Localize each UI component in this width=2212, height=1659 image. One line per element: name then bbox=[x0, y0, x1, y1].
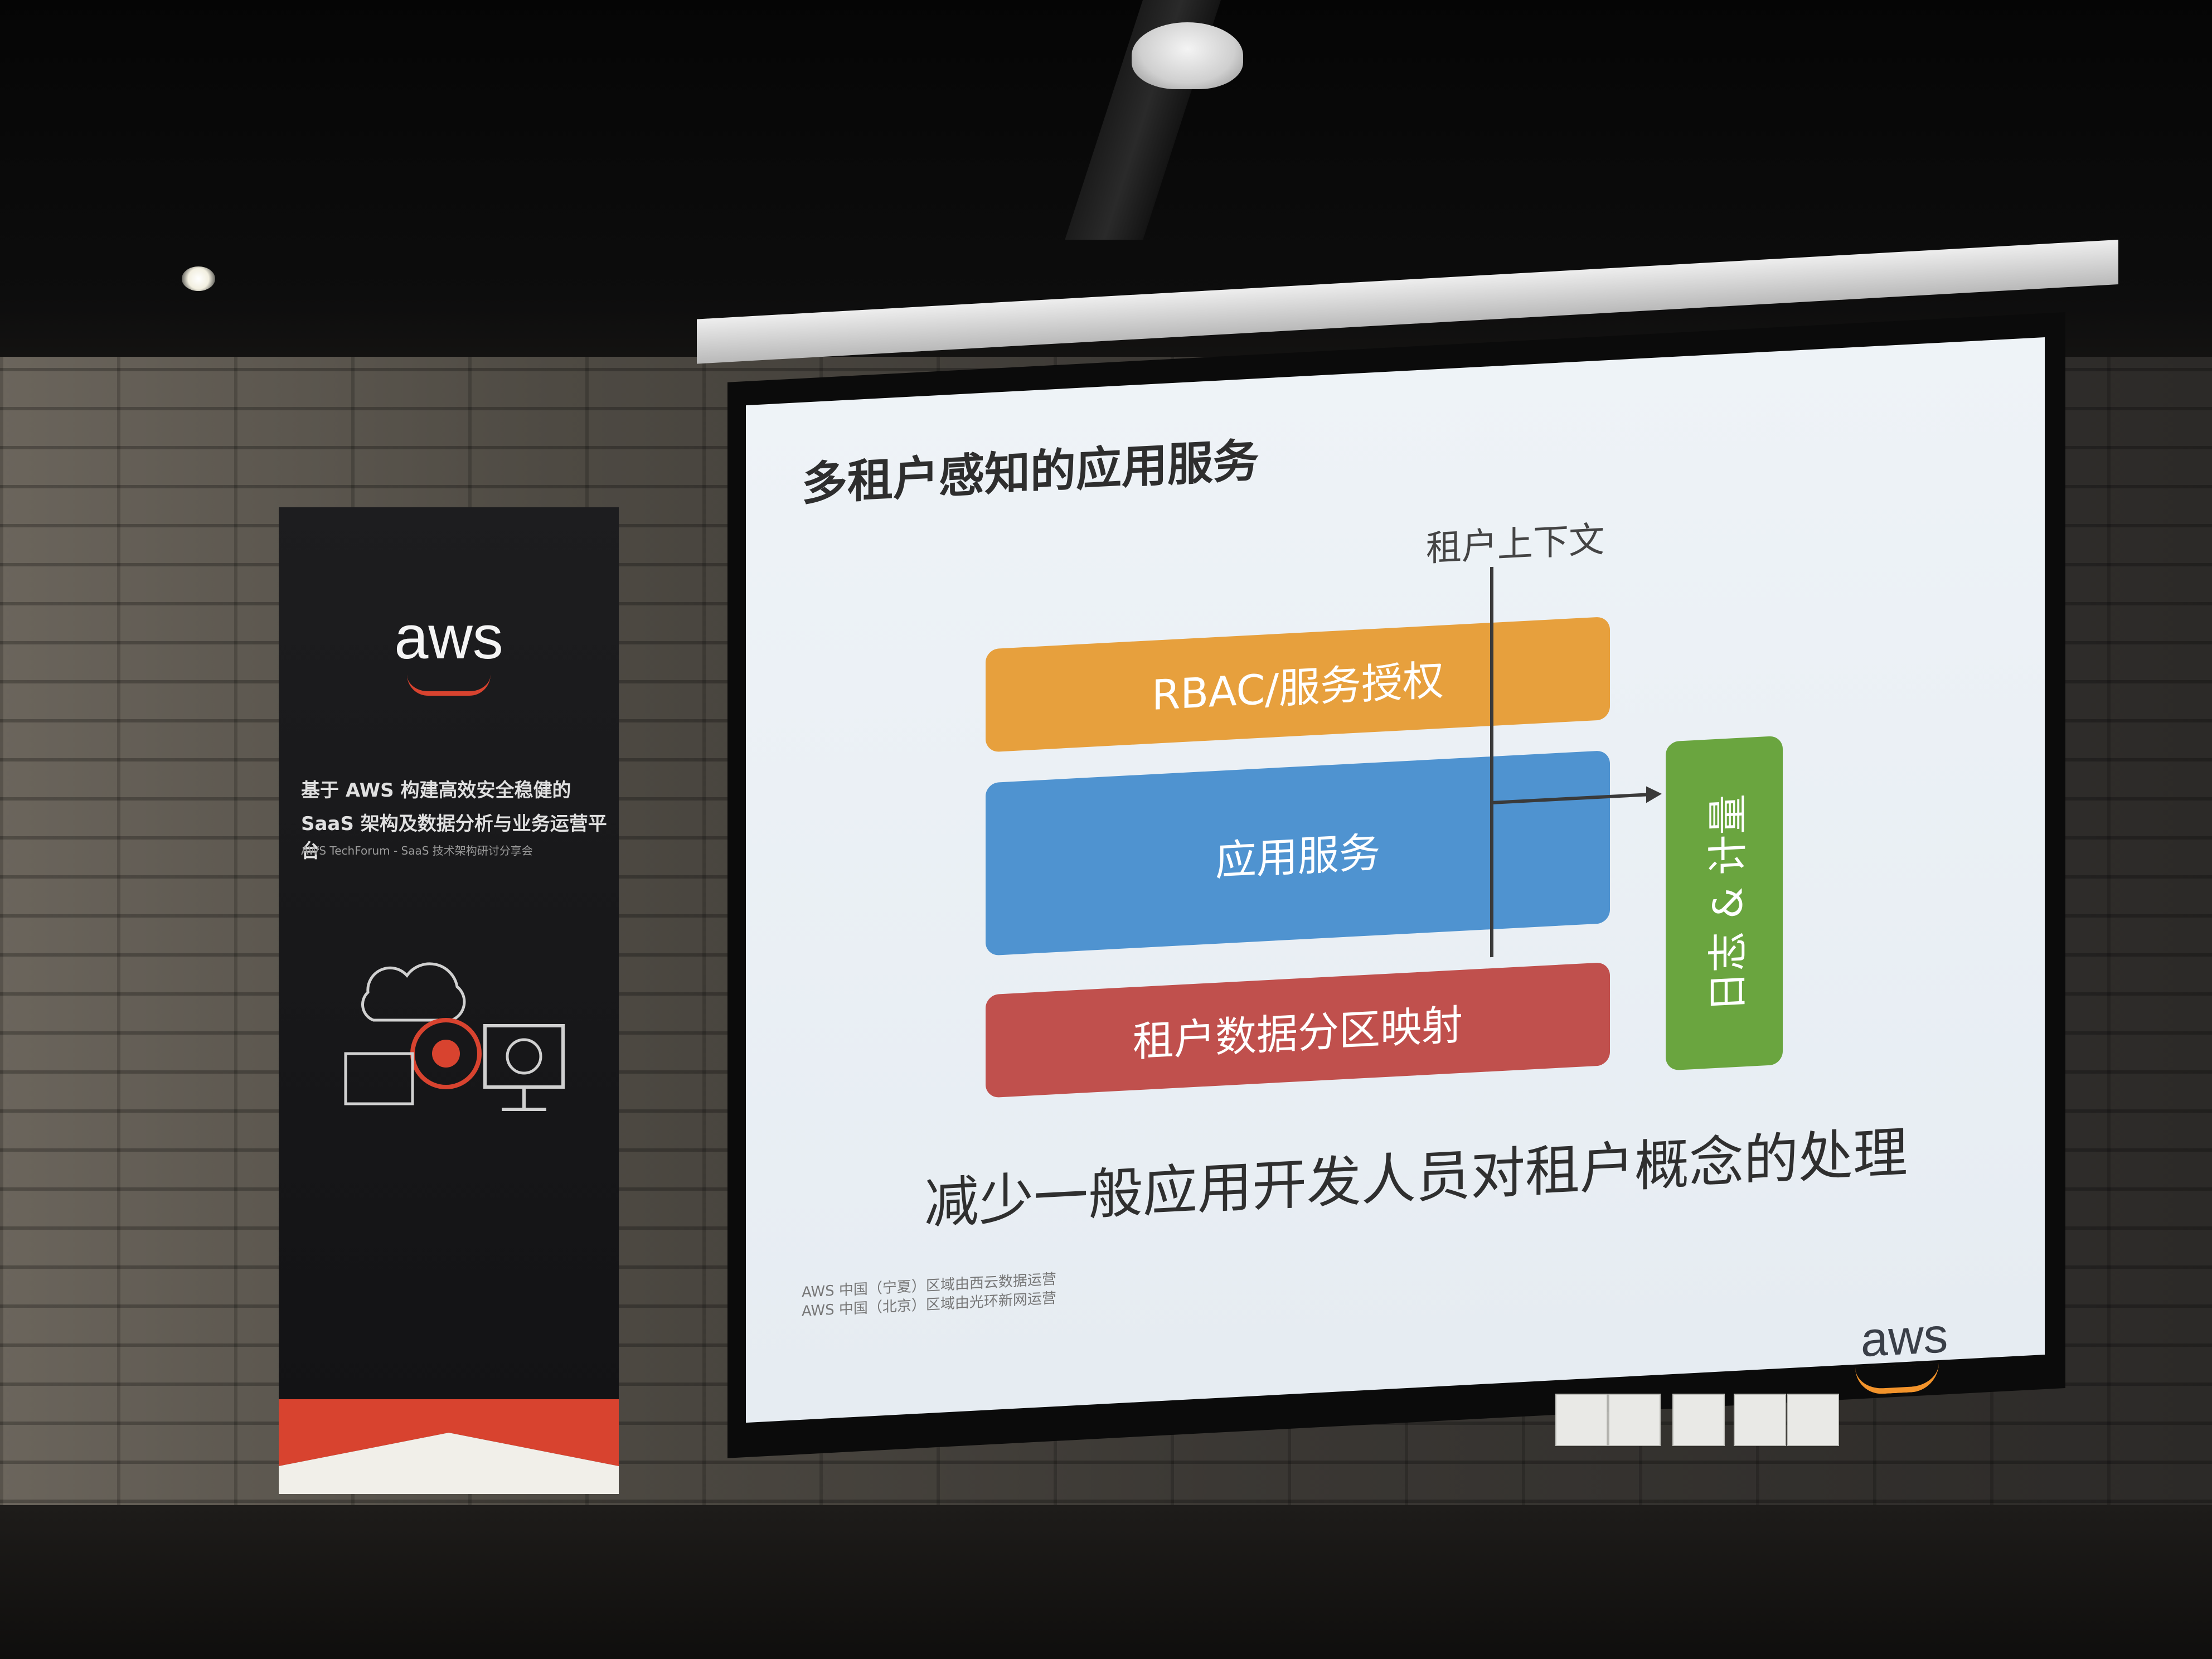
layer-rbac: RBAC/服务授权 bbox=[986, 616, 1610, 753]
banner-aws-logo: aws bbox=[394, 603, 503, 672]
wall-outlet bbox=[1608, 1394, 1661, 1446]
arrow-right-icon bbox=[1646, 785, 1662, 803]
wall-outlet bbox=[1734, 1394, 1786, 1446]
wall-outlet bbox=[1672, 1394, 1725, 1446]
layer-app-service: 应用服务 bbox=[986, 750, 1610, 956]
layer-logging-metering: 日志 & 计量 bbox=[1666, 735, 1783, 1071]
layer-rbac-label: RBAC/服务授权 bbox=[1151, 656, 1444, 720]
layer-data-partition-label: 租户数据分区映射 bbox=[1133, 1001, 1463, 1066]
layer-app-service-label: 应用服务 bbox=[1215, 828, 1380, 885]
slide-footnote: AWS 中国（宁夏）区域由西云数据运营 AWS 中国（北京）区域由光环新网运营 bbox=[802, 1270, 1056, 1321]
floor bbox=[0, 1505, 2212, 1659]
wall-outlets bbox=[1555, 1394, 1845, 1446]
slide-title: 多租户感知的应用服务 bbox=[802, 434, 1259, 511]
banner-cloud-devices-illustration bbox=[344, 962, 565, 1111]
tenant-context-line bbox=[1490, 566, 1493, 958]
roll-up-banner: aws 基于 AWS 构建高效安全稳健的 SaaS 架构及数据分析与业务运营平台… bbox=[279, 507, 619, 1494]
banner-headline-1: 基于 AWS 构建高效安全稳健的 bbox=[301, 779, 571, 802]
presentation-slide: 多租户感知的应用服务 租户上下文 RBAC/服务授权 应用服务 租户数据分区映射… bbox=[746, 337, 2045, 1423]
ceiling-projector bbox=[1132, 22, 1243, 89]
ceiling-light bbox=[182, 266, 215, 291]
tenant-context-label: 租户上下文 bbox=[1426, 519, 1604, 570]
banner-aws-smile-icon bbox=[407, 675, 491, 696]
slide-aws-logo: aws bbox=[1861, 1307, 1948, 1367]
banner-event-name: AWS TechForum - SaaS 技术架构研讨分享会 bbox=[301, 844, 533, 857]
wall-outlet bbox=[1787, 1394, 1839, 1446]
banner-red-chevron bbox=[279, 1399, 619, 1494]
slide-subtitle: 减少一般应用开发人员对租户概念的处理 bbox=[924, 1120, 1908, 1236]
layer-data-partition: 租户数据分区映射 bbox=[986, 962, 1610, 1098]
wall-outlet bbox=[1555, 1394, 1608, 1446]
layer-logging-label: 日志 & 计量 bbox=[1704, 793, 1752, 1013]
